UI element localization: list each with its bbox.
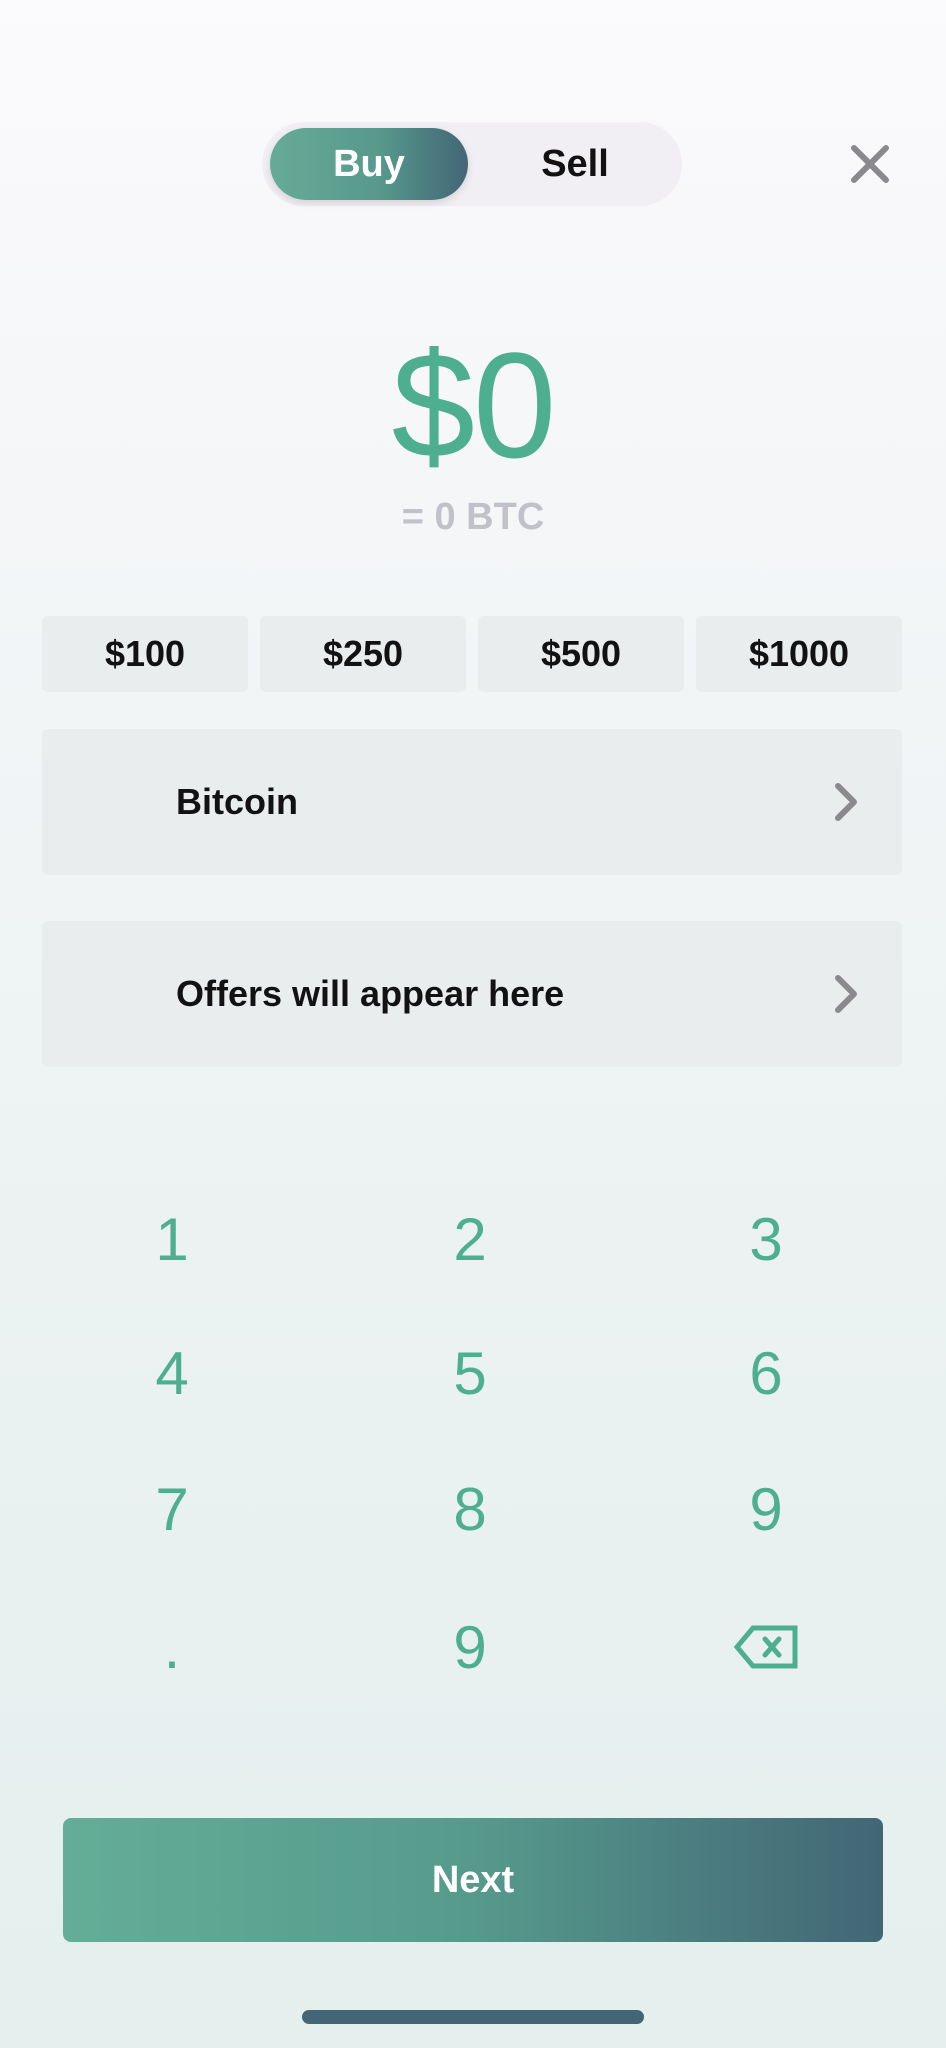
key-5[interactable]: 5 xyxy=(370,1318,570,1428)
key-3[interactable]: 3 xyxy=(666,1184,866,1294)
key-1[interactable]: 1 xyxy=(72,1184,272,1294)
asset-selector[interactable]: Bitcoin xyxy=(42,729,902,875)
key-6[interactable]: 6 xyxy=(666,1318,866,1428)
close-button[interactable] xyxy=(848,142,892,186)
close-icon xyxy=(851,145,889,183)
key-8[interactable]: 8 xyxy=(370,1454,570,1564)
key-9-bottom[interactable]: 9 xyxy=(370,1592,570,1702)
next-button[interactable]: Next xyxy=(63,1818,883,1942)
offers-label: Offers will appear here xyxy=(176,973,565,1014)
buy-sell-toggle: Buy Sell xyxy=(262,122,682,206)
home-indicator xyxy=(302,2010,644,2024)
offers-selector[interactable]: Offers will appear here xyxy=(42,921,902,1067)
sell-tab[interactable]: Sell xyxy=(476,128,674,200)
key-7[interactable]: 7 xyxy=(72,1454,272,1564)
key-9[interactable]: 9 xyxy=(666,1454,866,1564)
preset-1000-button[interactable]: $1000 xyxy=(696,616,902,692)
amount-display: $0 xyxy=(391,321,557,489)
backspace-icon xyxy=(733,1625,798,1669)
chevron-right-icon xyxy=(835,783,857,821)
buy-tab[interactable]: Buy xyxy=(270,128,468,200)
key-2[interactable]: 2 xyxy=(370,1184,570,1294)
key-decimal[interactable]: . xyxy=(72,1592,272,1702)
asset-label: Bitcoin xyxy=(176,781,298,822)
chevron-right-icon xyxy=(835,975,857,1013)
converted-amount: = 0 BTC xyxy=(401,496,545,538)
preset-100-button[interactable]: $100 xyxy=(42,616,248,692)
backspace-button[interactable] xyxy=(666,1592,866,1702)
preset-250-button[interactable]: $250 xyxy=(260,616,466,692)
preset-500-button[interactable]: $500 xyxy=(478,616,684,692)
key-4[interactable]: 4 xyxy=(72,1318,272,1428)
